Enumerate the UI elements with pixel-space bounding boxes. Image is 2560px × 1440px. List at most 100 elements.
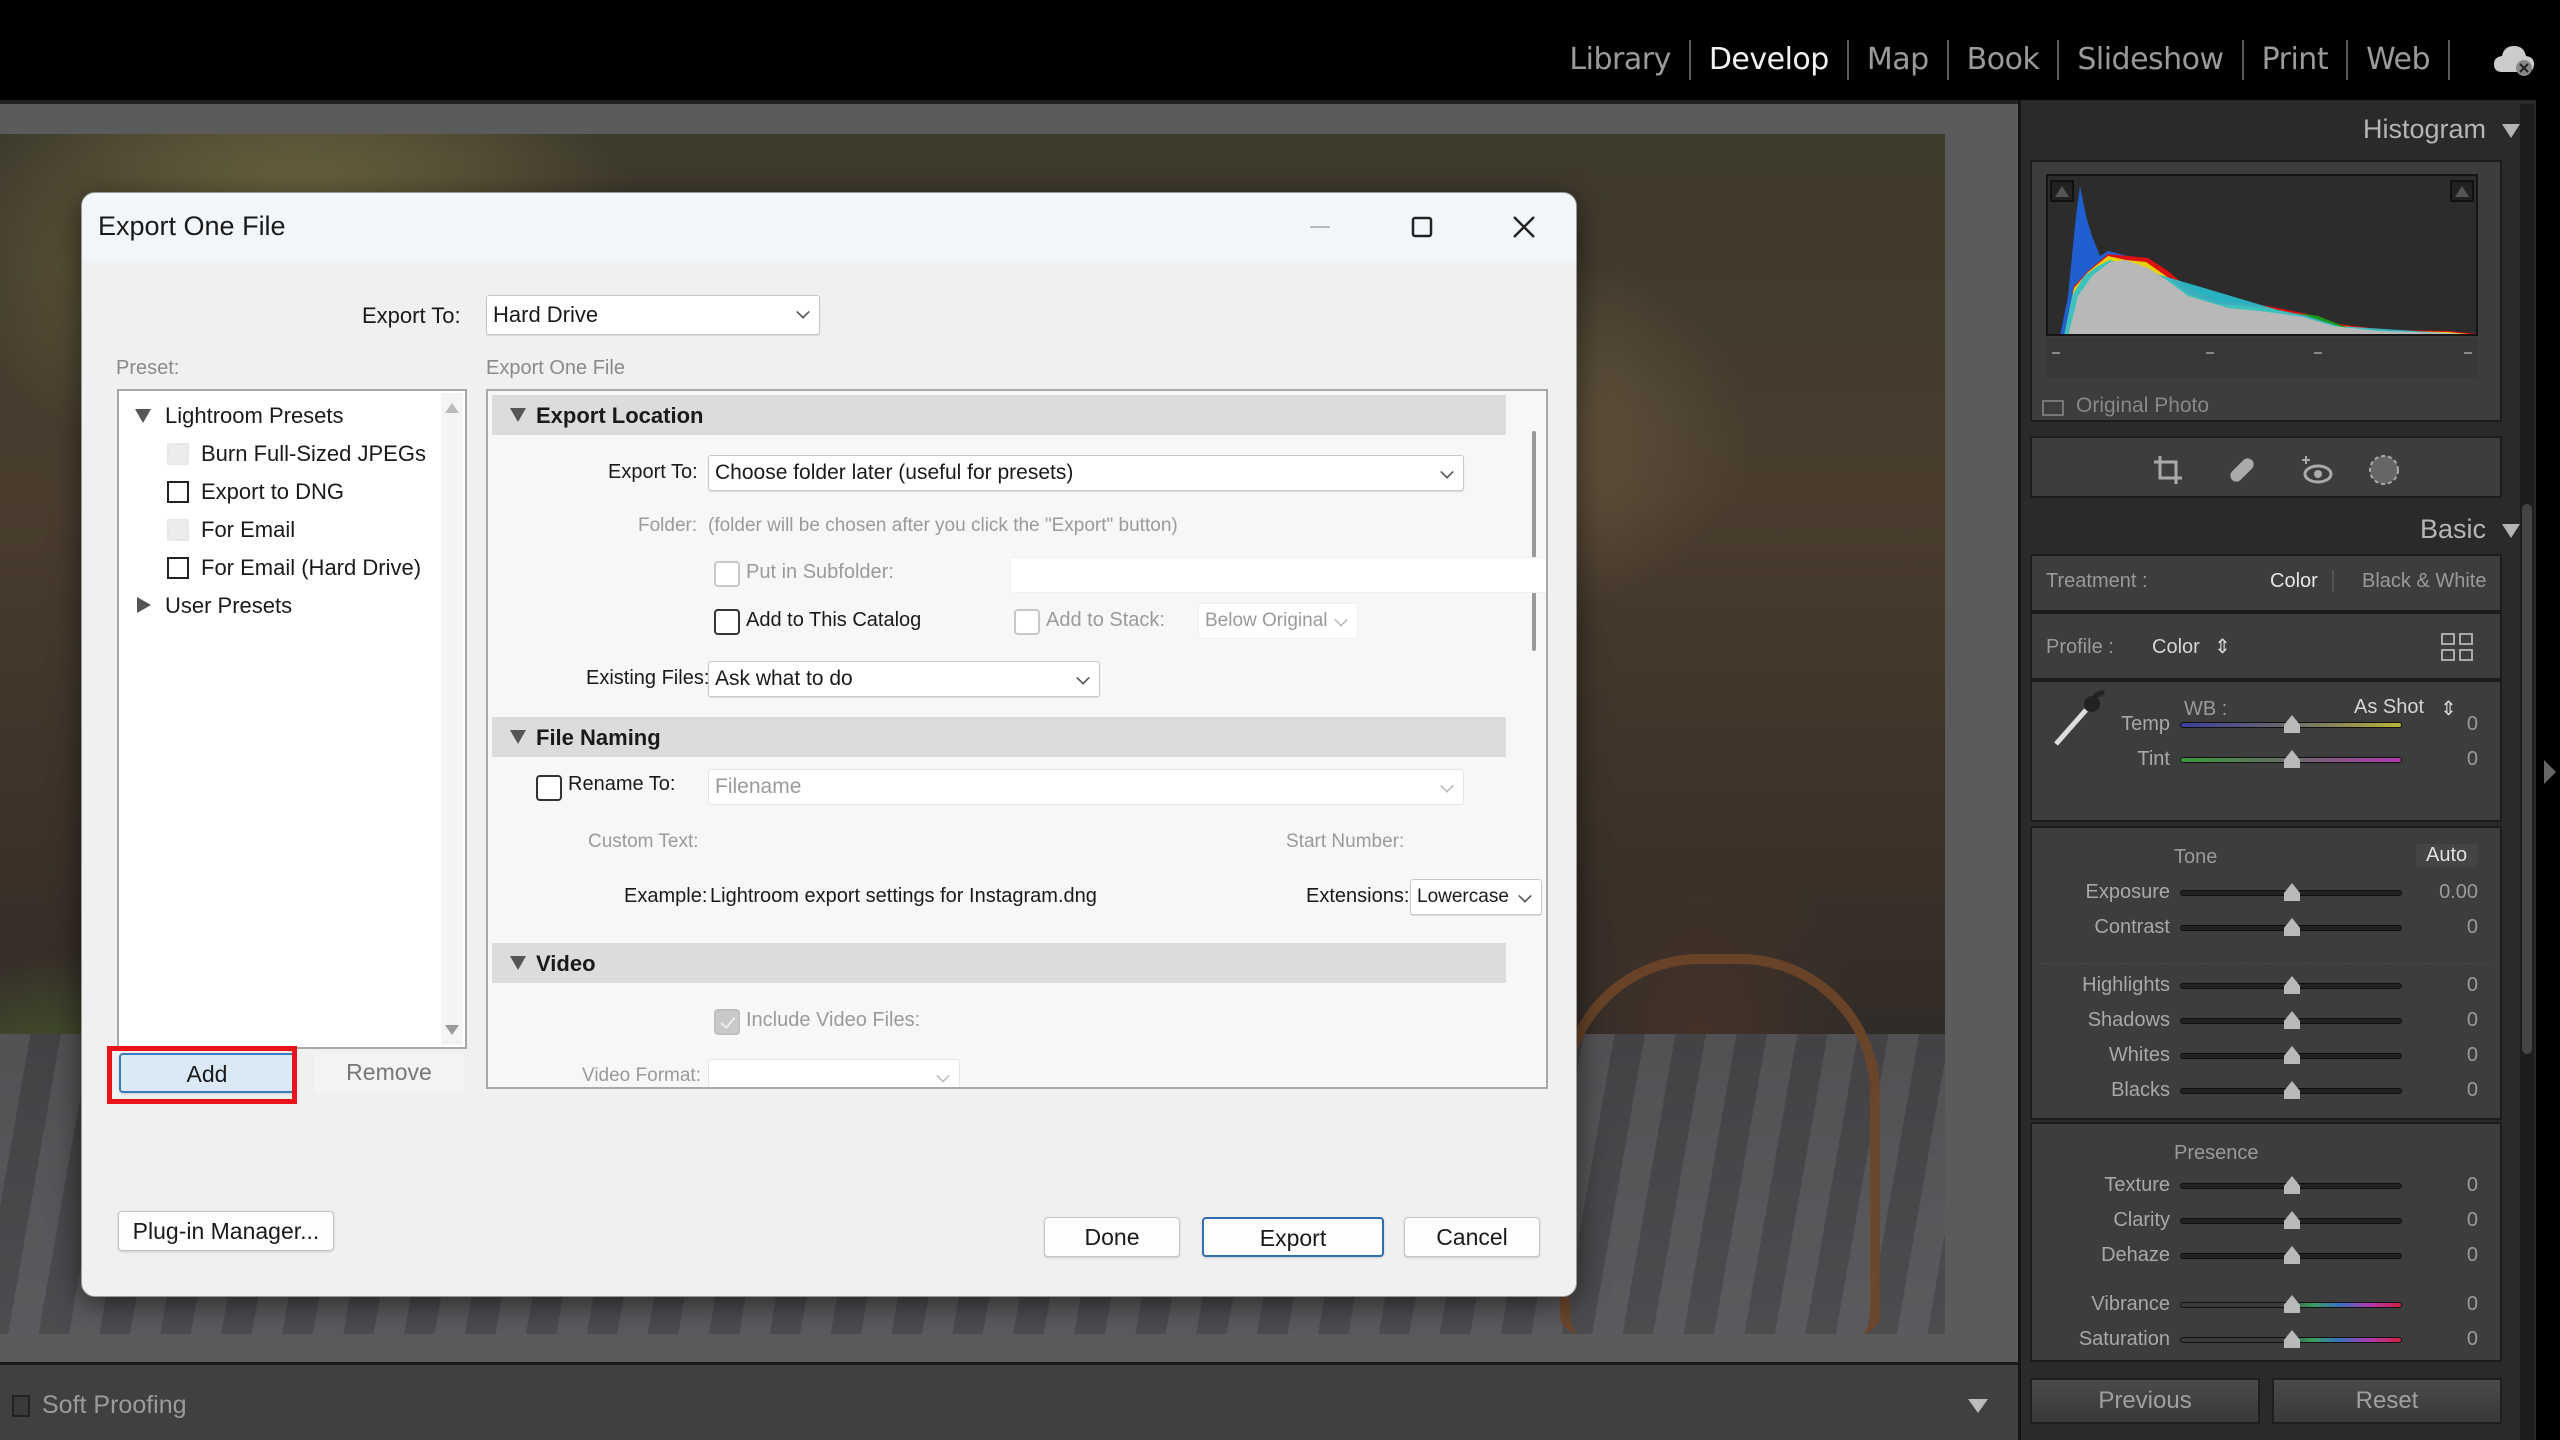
slider-saturation[interactable] bbox=[2180, 1330, 2402, 1348]
slider-value[interactable]: 0.00 bbox=[2418, 881, 2478, 904]
soft-proofing-checkbox[interactable] bbox=[12, 1395, 30, 1417]
histogram-header[interactable]: Histogram bbox=[2363, 114, 2520, 145]
healing-icon[interactable] bbox=[2224, 452, 2260, 488]
video-format-dropdown[interactable] bbox=[708, 1059, 960, 1087]
module-slideshow[interactable]: Slideshow bbox=[2059, 40, 2244, 80]
preset-list-scrollbar[interactable] bbox=[441, 393, 463, 1045]
profile-dropdown[interactable]: Color bbox=[2152, 636, 2200, 659]
wb-dropdown[interactable]: As Shot bbox=[2354, 696, 2424, 719]
add-to-catalog-checkbox[interactable] bbox=[714, 609, 740, 635]
basic-header[interactable]: Basic bbox=[2420, 514, 2520, 545]
preset-item[interactable]: Burn Full-Sized JPEGs bbox=[201, 441, 426, 467]
preset-item[interactable]: Export to DNG bbox=[201, 479, 344, 505]
preset-checkbox[interactable] bbox=[167, 557, 189, 579]
slider-value[interactable]: 0 bbox=[2418, 1009, 2478, 1032]
module-print[interactable]: Print bbox=[2244, 40, 2349, 80]
slider-exposure[interactable] bbox=[2180, 883, 2402, 901]
location-export-to-dropdown[interactable]: Choose folder later (useful for presets) bbox=[708, 455, 1464, 491]
slider-value[interactable]: 0 bbox=[2418, 748, 2478, 771]
preset-checkbox[interactable] bbox=[167, 481, 189, 503]
export-settings-panel: Export Location Export To: Choose folder… bbox=[486, 389, 1548, 1089]
slider-value[interactable]: 0 bbox=[2418, 916, 2478, 939]
export-to-dropdown[interactable]: Hard Drive bbox=[486, 295, 820, 335]
plugin-manager-button[interactable]: Plug-in Manager... bbox=[118, 1211, 334, 1251]
close-icon[interactable] bbox=[1494, 205, 1554, 249]
preset-item[interactable]: For Email (Hard Drive) bbox=[201, 555, 421, 581]
crop-icon[interactable] bbox=[2150, 452, 2186, 488]
slider-value[interactable]: 0 bbox=[2418, 1079, 2478, 1102]
subfolder-input[interactable] bbox=[1010, 557, 1546, 593]
scroll-up-icon[interactable] bbox=[445, 403, 459, 413]
rename-checkbox[interactable] bbox=[536, 775, 562, 801]
preset-checkbox[interactable] bbox=[167, 443, 189, 465]
settings-scrollbar[interactable] bbox=[1532, 431, 1536, 651]
extensions-dropdown[interactable]: Lowercase bbox=[1410, 879, 1542, 915]
slider-whites[interactable] bbox=[2180, 1046, 2402, 1064]
masking-icon[interactable] bbox=[2366, 452, 2402, 488]
slider-dehaze[interactable] bbox=[2180, 1246, 2402, 1264]
slider-value[interactable]: 0 bbox=[2418, 974, 2478, 997]
slider-blacks[interactable] bbox=[2180, 1081, 2402, 1099]
done-button[interactable]: Done bbox=[1044, 1217, 1180, 1257]
slider-shadows[interactable] bbox=[2180, 1011, 2402, 1029]
add-to-stack-checkbox[interactable] bbox=[1014, 609, 1040, 635]
scroll-down-icon[interactable] bbox=[445, 1025, 459, 1035]
section-export-location[interactable]: Export Location bbox=[492, 395, 1506, 435]
chevron-down-icon bbox=[1440, 465, 1454, 479]
include-video-checkbox[interactable] bbox=[714, 1009, 740, 1035]
dialog-title-bar[interactable]: Export One File bbox=[82, 193, 1576, 261]
slider-value[interactable]: 0 bbox=[2418, 713, 2478, 736]
slider-value[interactable]: 0 bbox=[2418, 1174, 2478, 1197]
preset-checkbox[interactable] bbox=[167, 519, 189, 541]
section-file-naming[interactable]: File Naming bbox=[492, 717, 1506, 757]
subfolder-checkbox[interactable] bbox=[714, 561, 740, 587]
module-library[interactable]: Library bbox=[1551, 40, 1691, 80]
remove-preset-button[interactable]: Remove bbox=[314, 1053, 464, 1093]
slider-texture[interactable] bbox=[2180, 1176, 2402, 1194]
stack-position-dropdown[interactable]: Below Original bbox=[1198, 603, 1358, 639]
minimize-icon[interactable] bbox=[1290, 205, 1350, 249]
cloud-sync-icon[interactable] bbox=[2492, 42, 2536, 78]
slider-contrast[interactable] bbox=[2180, 918, 2402, 936]
preset-item[interactable]: For Email bbox=[201, 517, 295, 543]
cancel-button[interactable]: Cancel bbox=[1404, 1217, 1540, 1257]
red-eye-icon[interactable] bbox=[2300, 452, 2336, 488]
slider-value[interactable]: 0 bbox=[2418, 1328, 2478, 1351]
slider-vibrance[interactable] bbox=[2180, 1295, 2402, 1313]
slider-tint[interactable] bbox=[2180, 750, 2402, 768]
right-panel-scrollbar[interactable] bbox=[2520, 104, 2534, 1440]
toolbar-menu-arrow-icon[interactable] bbox=[1968, 1399, 1988, 1413]
module-map[interactable]: Map bbox=[1849, 40, 1949, 80]
collapse-triangle-icon[interactable] bbox=[137, 597, 151, 613]
histogram-chart[interactable] bbox=[2046, 174, 2478, 336]
slider-temp[interactable] bbox=[2180, 715, 2402, 733]
expand-triangle-icon[interactable] bbox=[135, 409, 151, 423]
treatment-color[interactable]: Color bbox=[2270, 570, 2318, 593]
module-develop[interactable]: Develop bbox=[1691, 40, 1849, 80]
preset-group-user[interactable]: User Presets bbox=[165, 593, 292, 619]
slider-value[interactable]: 0 bbox=[2418, 1209, 2478, 1232]
maximize-icon[interactable] bbox=[1392, 205, 1452, 249]
rename-template-dropdown[interactable]: Filename bbox=[708, 769, 1464, 805]
slider-value[interactable]: 0 bbox=[2418, 1293, 2478, 1316]
highlight-clipping-toggle[interactable] bbox=[2450, 180, 2474, 202]
slider-value[interactable]: 0 bbox=[2418, 1244, 2478, 1267]
module-web[interactable]: Web bbox=[2348, 40, 2450, 80]
scrollbar-thumb[interactable] bbox=[2522, 504, 2532, 1054]
export-button[interactable]: Export bbox=[1202, 1217, 1384, 1257]
preset-group-lightroom[interactable]: Lightroom Presets bbox=[165, 403, 344, 429]
treatment-bw[interactable]: Black & White bbox=[2362, 570, 2486, 593]
slider-highlights[interactable] bbox=[2180, 976, 2402, 994]
slider-clarity[interactable] bbox=[2180, 1211, 2402, 1229]
existing-files-dropdown[interactable]: Ask what to do bbox=[708, 661, 1100, 697]
module-book[interactable]: Book bbox=[1949, 40, 2060, 80]
section-video[interactable]: Video bbox=[492, 943, 1506, 983]
original-photo-checkbox[interactable] bbox=[2042, 400, 2064, 416]
collapse-right-panel-icon[interactable] bbox=[2544, 760, 2556, 784]
profile-browser-icon[interactable] bbox=[2440, 632, 2474, 664]
slider-value[interactable]: 0 bbox=[2418, 1044, 2478, 1067]
auto-tone-button[interactable]: Auto bbox=[2416, 844, 2478, 867]
shadow-clipping-toggle[interactable] bbox=[2050, 180, 2074, 202]
reset-button[interactable]: Reset bbox=[2272, 1378, 2502, 1424]
previous-button[interactable]: Previous bbox=[2030, 1378, 2260, 1424]
